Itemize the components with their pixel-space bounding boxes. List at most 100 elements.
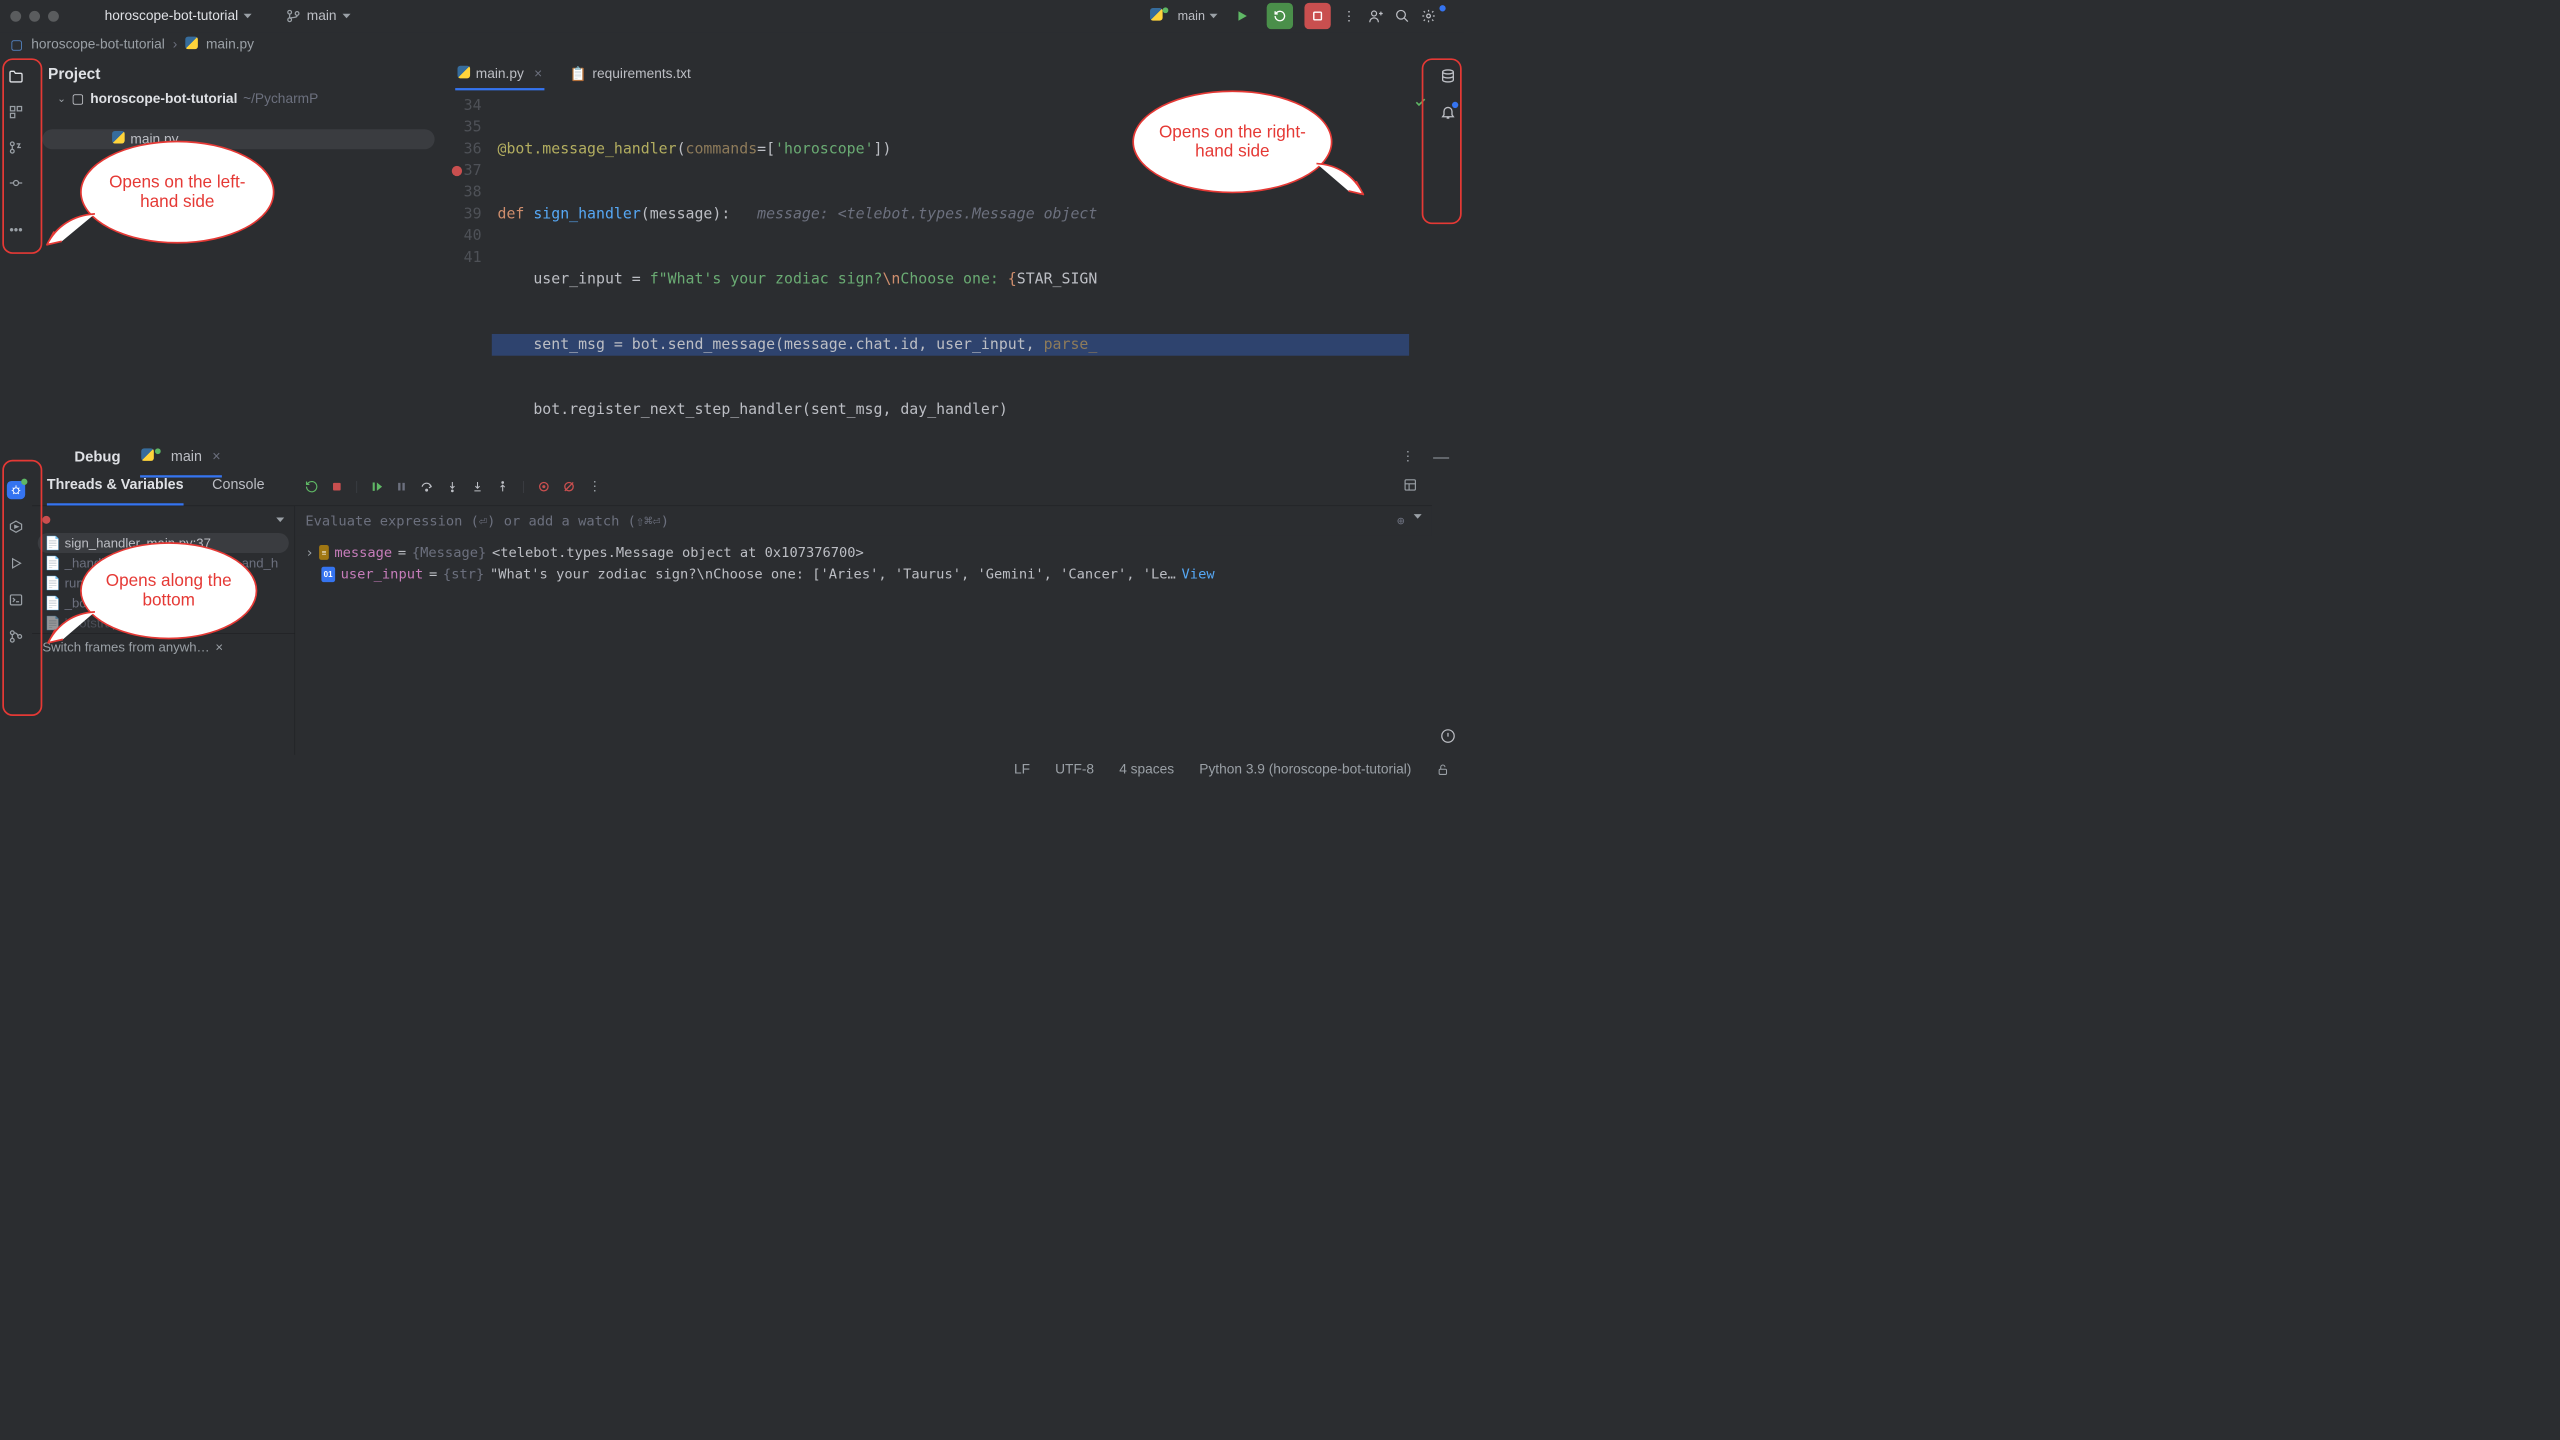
play-icon [1236, 10, 1249, 23]
tree-root-name: horoscope-bot-tutorial [90, 91, 237, 107]
run-config-name: main [1178, 9, 1205, 24]
add-watch-icon[interactable]: ⊕ [1397, 514, 1405, 528]
run-configuration-dropdown[interactable]: main [1150, 8, 1217, 24]
view-breakpoints-icon[interactable] [538, 480, 551, 493]
pause-icon[interactable] [396, 481, 407, 492]
git-tool-icon[interactable] [7, 627, 25, 645]
close-tab-icon[interactable]: × [212, 448, 220, 465]
titlebar: horoscope-bot-tutorial main main ⋮ [0, 0, 1464, 32]
layout-settings-icon[interactable] [1403, 478, 1417, 492]
resume-icon[interactable] [371, 480, 384, 493]
debug-toolbar-more-icon[interactable]: ⋮ [588, 478, 603, 495]
evaluate-expression-input[interactable]: Evaluate expression (⏎) or add a watch (… [295, 506, 1432, 536]
chevron-down-icon: ⌄ [57, 93, 66, 105]
file-encoding[interactable]: UTF-8 [1055, 762, 1094, 778]
python-interpreter[interactable]: Python 3.9 (horoscope-bot-tutorial) [1199, 762, 1411, 778]
vcs-branch-dropdown[interactable]: main [286, 8, 350, 24]
frames-thread-selector[interactable]: Thread [32, 506, 294, 533]
python-icon [457, 65, 470, 82]
line-separator[interactable]: LF [1014, 762, 1030, 778]
breadcrumb-root[interactable]: horoscope-bot-tutorial [31, 37, 165, 53]
more-actions-icon[interactable]: ⋮ [1342, 8, 1357, 25]
threads-variables-tab[interactable]: Threads & Variables [47, 476, 184, 496]
python-icon [141, 448, 154, 465]
debug-more-icon[interactable]: ⋮ [1401, 447, 1416, 465]
editor-tabs: main.py × 📋 requirements.txt [445, 57, 1432, 90]
inspections-ok-icon[interactable] [1414, 96, 1427, 109]
chevron-down-icon [276, 517, 284, 522]
minimize-tool-icon[interactable]: — [1433, 447, 1449, 465]
line-gutter[interactable]: 34 35 36 37 38 39 40 41 [445, 90, 492, 434]
variable-row[interactable]: › ≡ message = {Message} <telebot.types.M… [305, 542, 1421, 564]
run-tool-icon[interactable] [7, 554, 25, 572]
vcs-tool-icon[interactable] [7, 138, 25, 156]
debug-subtabs: Threads & Variables Console | | ⋮ [32, 471, 1432, 506]
callout-bottom: Opens along the bottom [80, 542, 257, 639]
project-dropdown[interactable]: horoscope-bot-tutorial [105, 8, 252, 24]
project-panel-title: Project [38, 59, 439, 88]
breakpoint-icon[interactable] [452, 166, 462, 176]
rerun-icon[interactable] [305, 480, 319, 494]
editor-tab-requirements[interactable]: 📋 requirements.txt [567, 59, 693, 89]
problems-icon[interactable] [1441, 729, 1456, 744]
chevron-down-icon [1210, 14, 1218, 19]
commit-tool-icon[interactable] [7, 174, 25, 192]
structure-tool-icon[interactable] [7, 103, 25, 121]
python-icon [1150, 8, 1163, 24]
status-bar: LF UTF-8 4 spaces Python 3.9 (horoscope-… [0, 755, 1464, 785]
code-with-me-icon[interactable] [1368, 9, 1383, 24]
zoom-window[interactable] [48, 11, 59, 22]
variable-row[interactable]: 01 user_input = {str} "What's your zodia… [305, 564, 1421, 586]
settings-icon[interactable] [1421, 9, 1436, 24]
database-tool-icon[interactable] [1439, 67, 1457, 85]
step-into-icon[interactable] [446, 480, 459, 493]
search-icon[interactable] [1395, 9, 1410, 24]
terminal-tool-icon[interactable] [7, 591, 25, 609]
close-tab-icon[interactable]: × [534, 66, 542, 82]
stop-icon[interactable] [331, 481, 342, 492]
debug-left-stripe [0, 471, 32, 755]
close-window[interactable] [10, 11, 21, 22]
lock-icon[interactable] [1437, 763, 1450, 776]
breadcrumb-file[interactable]: main.py [206, 37, 254, 53]
console-tab[interactable]: Console [212, 476, 264, 496]
notifications-tool-icon[interactable] [1439, 103, 1457, 121]
close-icon[interactable]: × [215, 639, 223, 654]
debug-title: Debug [74, 448, 120, 466]
project-tool-icon[interactable] [7, 67, 25, 85]
breadcrumb[interactable]: ▢ horoscope-bot-tutorial › main.py [0, 32, 1464, 57]
debug-run-tab[interactable]: main × [140, 443, 222, 471]
debug-tool-icon[interactable] [7, 481, 25, 499]
object-badge-icon: ≡ [319, 545, 328, 560]
editor-tab-main[interactable]: main.py × [455, 59, 544, 89]
chevron-right-icon[interactable]: › [305, 542, 313, 564]
rerun-button[interactable] [1267, 3, 1293, 29]
project-name: horoscope-bot-tutorial [105, 8, 239, 24]
text-file-icon: 📋 [570, 65, 587, 82]
left-tool-stripe: ••• [0, 57, 32, 434]
services-tool-icon[interactable] [7, 518, 25, 536]
more-tools-icon[interactable]: ••• [7, 221, 25, 239]
tree-root[interactable]: ⌄ ▢ horoscope-bot-tutorial ~/PycharmP [38, 89, 439, 109]
restart-icon [1274, 10, 1287, 23]
variables-panel: Evaluate expression (⏎) or add a watch (… [295, 506, 1432, 755]
debug-toolbar: | | ⋮ [305, 478, 603, 495]
chevron-down-icon [244, 14, 252, 19]
run-button[interactable] [1229, 3, 1255, 29]
chevron-down-icon[interactable] [1414, 514, 1422, 519]
python-icon [185, 36, 198, 53]
step-over-icon[interactable] [420, 480, 434, 494]
window-controls[interactable] [10, 11, 59, 22]
callout-left: Opens on the left-hand side [80, 141, 274, 244]
branch-name: main [307, 8, 337, 24]
indent-setting[interactable]: 4 spaces [1119, 762, 1174, 778]
mute-breakpoints-icon[interactable] [563, 480, 576, 493]
stop-button[interactable] [1304, 3, 1330, 29]
chevron-down-icon [342, 14, 350, 19]
step-into-my-icon[interactable] [471, 480, 484, 493]
minimize-window[interactable] [29, 11, 40, 22]
right-tool-stripe [1432, 57, 1464, 434]
step-out-icon[interactable] [497, 480, 510, 493]
view-link[interactable]: View [1182, 564, 1215, 586]
breakpoint-line[interactable]: 37 [445, 160, 492, 182]
